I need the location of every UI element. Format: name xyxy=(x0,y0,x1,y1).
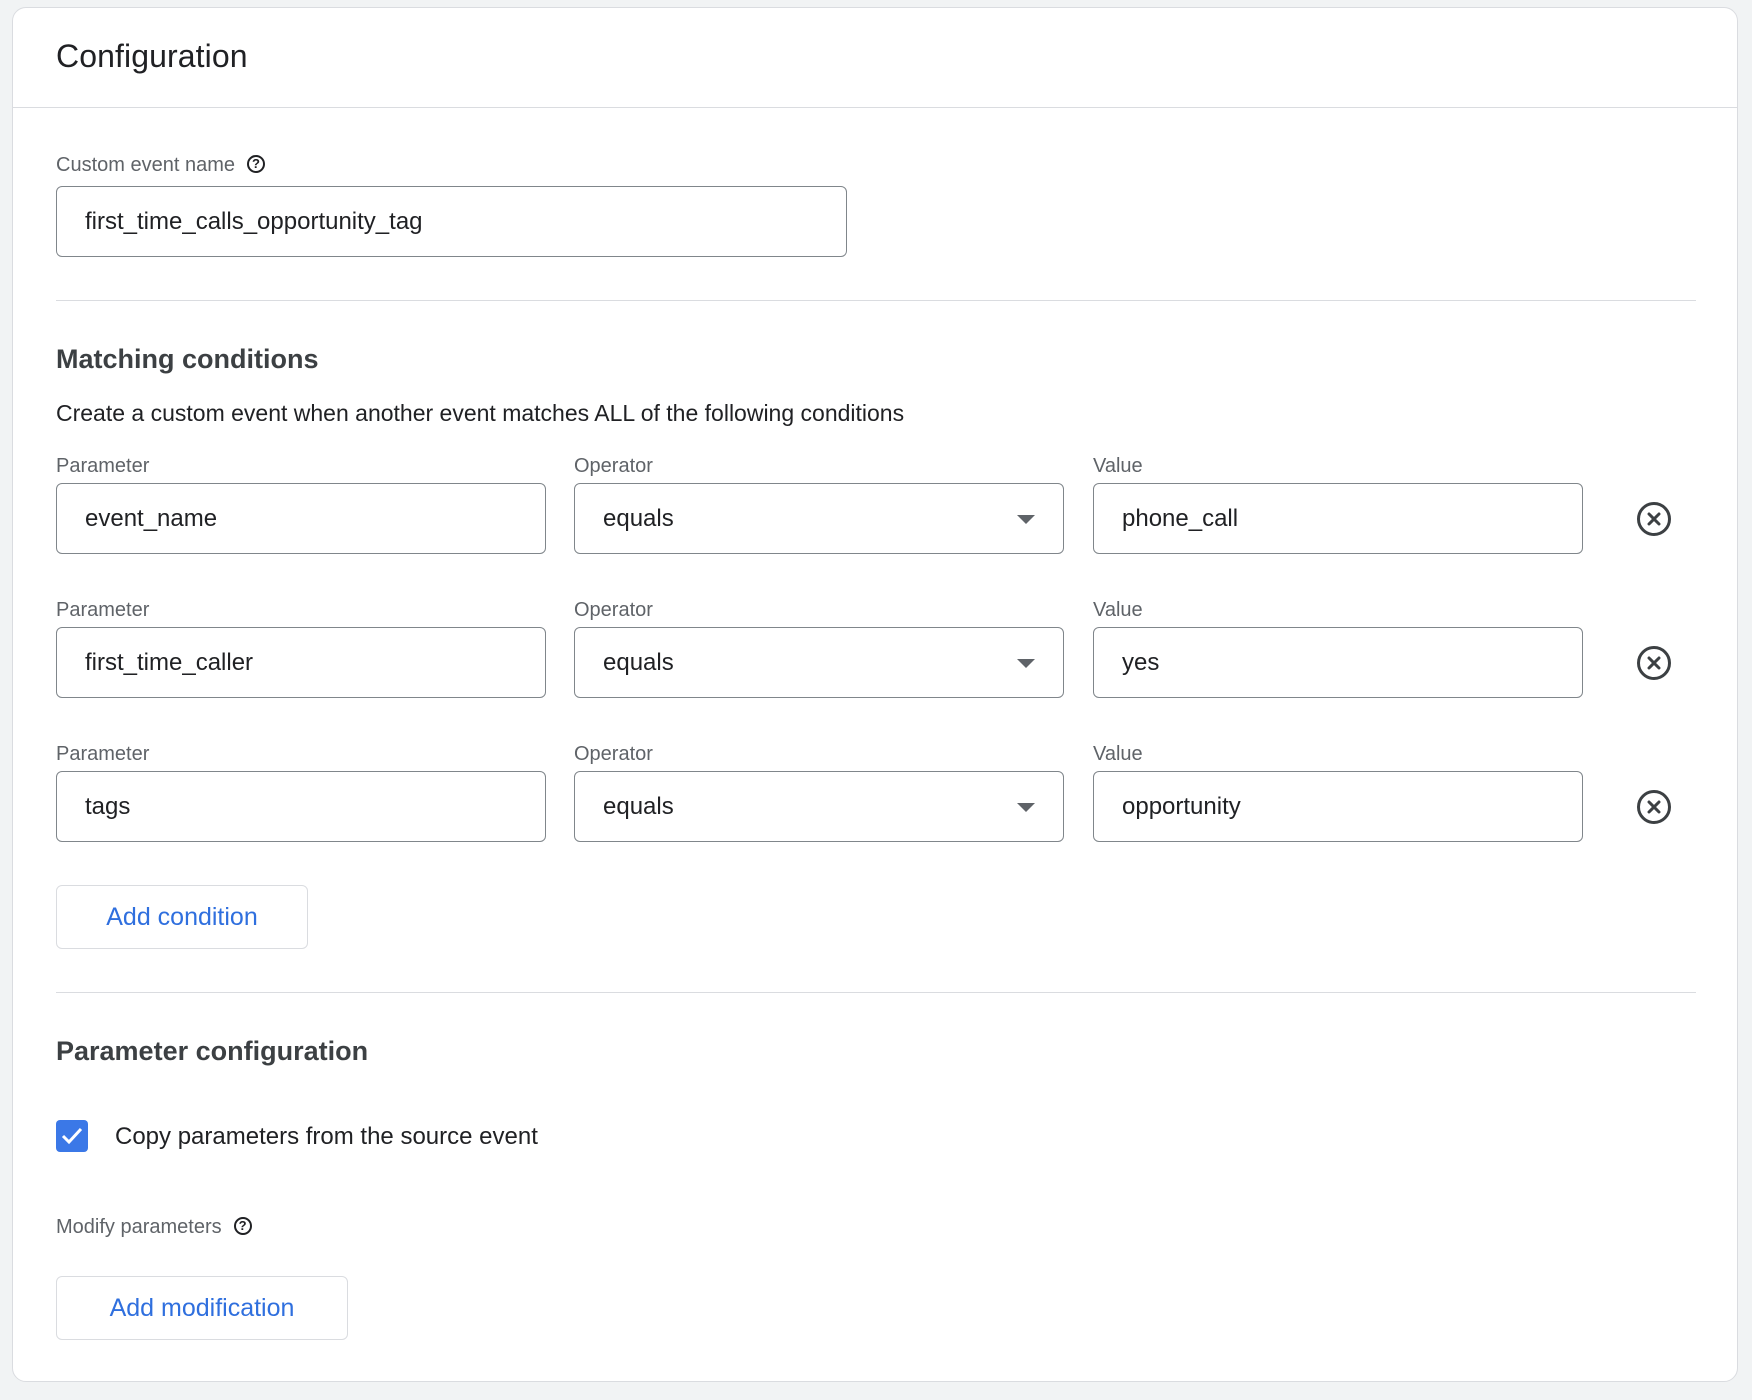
condition-operator-value: equals xyxy=(603,792,674,820)
add-modification-button[interactable]: Add modification xyxy=(56,1276,348,1340)
condition-value-value: opportunity xyxy=(1122,792,1241,820)
condition-value-value: yes xyxy=(1122,648,1160,676)
operator-label: Operator xyxy=(574,455,653,477)
condition-parameter-input[interactable]: first_time_caller xyxy=(56,627,546,698)
help-icon[interactable]: ? xyxy=(246,154,265,173)
custom-event-name-value: first_time_calls_opportunity_tag xyxy=(85,207,423,235)
condition-parameter-input[interactable]: tags xyxy=(56,771,546,842)
value-label: Value xyxy=(1093,599,1143,621)
condition-parameter-value: first_time_caller xyxy=(85,648,254,676)
value-label: Value xyxy=(1093,743,1143,765)
condition-operator-select[interactable]: equals xyxy=(574,627,1064,698)
remove-condition-button[interactable] xyxy=(1637,646,1671,680)
section-divider xyxy=(56,992,1696,993)
checkmark-icon xyxy=(61,1127,83,1145)
operator-label: Operator xyxy=(574,743,653,765)
parameter-label: Parameter xyxy=(56,743,150,765)
value-label: Value xyxy=(1093,455,1143,477)
condition-operator-value: equals xyxy=(603,504,674,532)
configuration-card: Configuration Custom event name? first_t… xyxy=(12,7,1738,1382)
header-divider xyxy=(13,107,1737,108)
condition-value-input[interactable]: phone_call xyxy=(1093,483,1583,554)
condition-operator-select[interactable]: equals xyxy=(574,771,1064,842)
copy-parameters-label[interactable]: Copy parameters from the source event xyxy=(115,1123,538,1151)
parameter-configuration-title: Parameter configuration xyxy=(56,1036,369,1066)
close-circle-icon xyxy=(1647,800,1661,814)
close-circle-icon xyxy=(1647,656,1661,670)
copy-parameters-checkbox[interactable] xyxy=(56,1120,88,1152)
dropdown-arrow-icon xyxy=(1017,514,1035,524)
condition-value-input[interactable]: opportunity xyxy=(1093,771,1583,842)
custom-event-name-label-text: Custom event name xyxy=(56,154,235,176)
modify-parameters-label-text: Modify parameters xyxy=(56,1216,222,1238)
matching-conditions-title: Matching conditions xyxy=(56,344,319,374)
condition-operator-value: equals xyxy=(603,648,674,676)
condition-parameter-value: tags xyxy=(85,792,131,820)
condition-value-value: phone_call xyxy=(1122,504,1239,532)
help-icon[interactable]: ? xyxy=(233,1216,252,1235)
condition-parameter-input[interactable]: event_name xyxy=(56,483,546,554)
remove-condition-button[interactable] xyxy=(1637,502,1671,536)
custom-event-name-label: Custom event name? xyxy=(56,154,265,177)
parameter-label: Parameter xyxy=(56,455,150,477)
section-divider xyxy=(56,300,1696,301)
operator-label: Operator xyxy=(574,599,653,621)
custom-event-name-input[interactable]: first_time_calls_opportunity_tag xyxy=(56,186,847,257)
dropdown-arrow-icon xyxy=(1017,802,1035,812)
add-condition-button[interactable]: Add condition xyxy=(56,885,308,949)
condition-value-input[interactable]: yes xyxy=(1093,627,1583,698)
matching-conditions-description: Create a custom event when another event… xyxy=(56,400,905,426)
dropdown-arrow-icon xyxy=(1017,658,1035,668)
remove-condition-button[interactable] xyxy=(1637,790,1671,824)
modify-parameters-label: Modify parameters? xyxy=(56,1216,252,1239)
close-circle-icon xyxy=(1647,512,1661,526)
parameter-label: Parameter xyxy=(56,599,150,621)
condition-operator-select[interactable]: equals xyxy=(574,483,1064,554)
condition-parameter-value: event_name xyxy=(85,504,218,532)
card-title: Configuration xyxy=(56,38,248,74)
